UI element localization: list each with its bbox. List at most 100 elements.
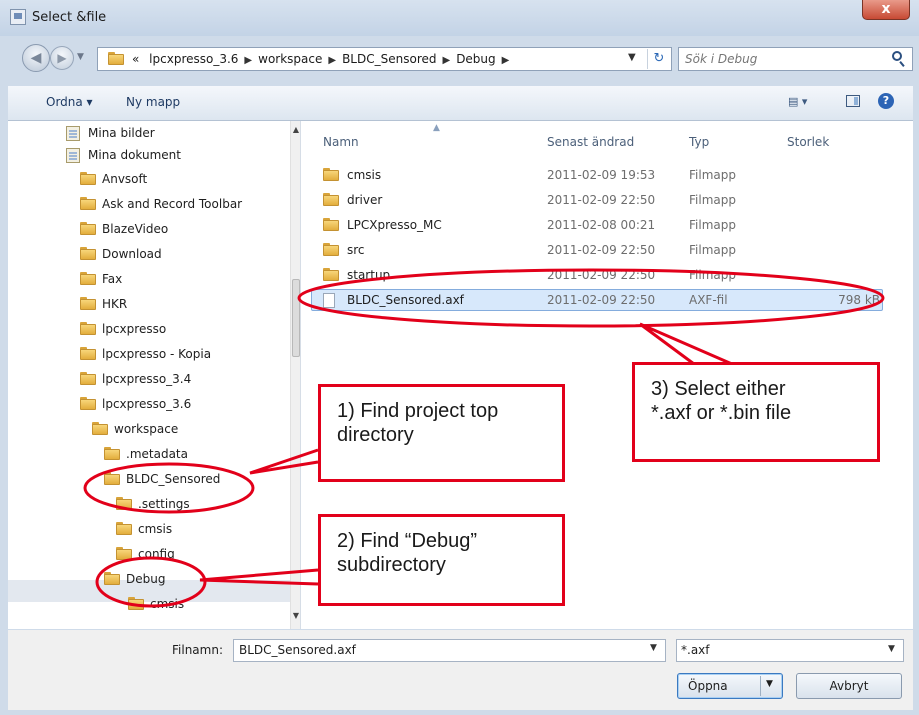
tree-item[interactable]: lpcxpresso_3.6	[80, 393, 191, 415]
chevron-down-icon[interactable]: ▼	[888, 644, 895, 654]
breadcrumb-prefix[interactable]: «	[132, 52, 139, 66]
recent-locations-dropdown[interactable]: ▼	[77, 52, 84, 62]
address-bar[interactable]: « lpcxpresso_3.6 ▶ workspace ▶ BLDC_Sensored…	[97, 47, 672, 71]
file-row[interactable]: BLDC_Sensored.axf 2011-02-09 22:50 AXF-fil…	[313, 289, 898, 311]
tree-item[interactable]: lpcxpresso_3.4	[80, 368, 191, 390]
breadcrumb-item[interactable]: lpcxpresso_3.6	[149, 52, 238, 66]
folder-icon	[108, 52, 124, 65]
tree-item[interactable]: workspace	[92, 418, 178, 440]
folder-icon	[80, 297, 96, 310]
chevron-right-icon[interactable]: ▶	[502, 55, 510, 66]
open-button-label: Öppna	[688, 679, 728, 693]
arrow-left-icon: ◀	[30, 50, 42, 66]
tree-item[interactable]: HKR	[80, 293, 127, 315]
folder-icon	[80, 347, 96, 360]
file-type-cell: Filmapp	[689, 193, 736, 207]
tree-item[interactable]: .metadata	[104, 443, 188, 465]
chevron-down-icon[interactable]: ▼	[628, 52, 636, 63]
annotation-callout-1: 1) Find project top directory	[318, 384, 565, 482]
organize-button[interactable]: Ordna ▾	[46, 95, 93, 109]
breadcrumb-item[interactable]: workspace	[258, 52, 322, 66]
folder-icon	[323, 218, 339, 231]
callout-line: 3) Select either	[651, 378, 786, 400]
tree-item[interactable]: Mina bilder	[66, 122, 155, 144]
breadcrumb-item[interactable]: BLDC_Sensored	[342, 52, 436, 66]
tree-item[interactable]: Fax	[80, 268, 122, 290]
search-icon[interactable]	[892, 51, 902, 61]
tree-item[interactable]: BlazeVideo	[80, 218, 168, 240]
file-name-cell: cmsis	[347, 168, 382, 182]
column-header-name[interactable]: Namn	[323, 135, 359, 149]
search-box[interactable]	[678, 47, 913, 71]
refresh-button[interactable]: ↻	[647, 49, 670, 69]
forward-button[interactable]: ▶	[50, 46, 74, 70]
cancel-button[interactable]: Avbryt	[796, 673, 902, 699]
tree-scrollbar[interactable]: ▲ ▼	[290, 121, 300, 629]
chevron-down-icon[interactable]: ▼	[766, 679, 773, 689]
scroll-thumb[interactable]	[292, 279, 300, 357]
tree-item-label: .settings	[138, 497, 190, 511]
tree-item-label: lpcxpresso	[102, 322, 167, 336]
callout-line: 2) Find “Debug”	[337, 530, 478, 552]
file-type-cell: AXF-fil	[689, 293, 728, 307]
callout-line: 1) Find project top	[337, 400, 499, 422]
breadcrumb-item[interactable]: Debug	[456, 52, 495, 66]
back-button[interactable]: ◀	[22, 44, 50, 72]
search-input[interactable]	[685, 52, 885, 66]
tree-item[interactable]: Download	[80, 243, 162, 265]
file-type-filter[interactable]: *.axf ▼	[676, 639, 904, 662]
column-header-size[interactable]: Storlek	[787, 135, 829, 149]
column-header-date[interactable]: Senast ändrad	[547, 135, 634, 149]
file-row[interactable]: driver 2011-02-09 22:50 Filmapp	[313, 189, 898, 211]
callout-line: directory	[337, 424, 414, 446]
preview-pane-icon[interactable]	[846, 95, 860, 107]
folder-icon	[104, 572, 120, 585]
help-icon[interactable]: ?	[878, 93, 894, 109]
filename-combobox[interactable]: ▼	[233, 639, 666, 662]
file-date-cell: 2011-02-09 22:50	[547, 268, 656, 282]
open-button[interactable]: Öppna ▼	[677, 673, 783, 699]
close-button[interactable]: x	[862, 0, 910, 20]
tree-item[interactable]: Anvsoft	[80, 168, 147, 190]
chevron-right-icon[interactable]: ▶	[442, 55, 450, 66]
folder-icon	[80, 197, 96, 210]
tree-item-label: Debug	[126, 572, 166, 586]
tree-item-label: cmsis	[150, 597, 185, 611]
new-folder-button[interactable]: Ny mapp	[126, 95, 180, 109]
chevron-right-icon[interactable]: ▶	[244, 55, 252, 66]
tree-item[interactable]: cmsis	[128, 593, 184, 615]
tree-item[interactable]: lpcxpresso	[80, 318, 166, 340]
tree-item-label: cmsis	[138, 522, 173, 536]
tree-item[interactable]: BLDC_Sensored	[104, 468, 220, 490]
file-row[interactable]: startup 2011-02-09 22:50 Filmapp	[313, 264, 898, 286]
window-title: Select &file	[32, 10, 107, 25]
view-options-button[interactable]: ▤ ▾	[788, 95, 807, 108]
tree-item-label: BLDC_Sensored	[126, 472, 221, 486]
file-type-cell: Filmapp	[689, 218, 736, 232]
tree-item[interactable]: Ask and Record Toolbar	[80, 193, 242, 215]
column-header-type[interactable]: Typ	[689, 135, 709, 149]
folder-icon	[80, 372, 96, 385]
callout-line: *.axf or *.bin file	[651, 402, 792, 424]
tree-item-label: Mina bilder	[88, 126, 155, 140]
tree-item[interactable]: .settings	[116, 493, 190, 515]
tree-item-label: Mina dokument	[88, 148, 181, 162]
refresh-icon: ↻	[653, 51, 665, 66]
annotation-callout-2: 2) Find “Debug” subdirectory	[318, 514, 565, 606]
file-row[interactable]: src 2011-02-09 22:50 Filmapp	[313, 239, 898, 261]
tree-item[interactable]: Debug	[104, 568, 165, 590]
library-icon	[66, 148, 80, 163]
tree-item[interactable]: config	[116, 543, 175, 565]
filename-input[interactable]	[239, 643, 639, 657]
chevron-right-icon[interactable]: ▶	[328, 55, 336, 66]
tree-item[interactable]: cmsis	[116, 518, 172, 540]
scroll-down-icon[interactable]: ▼	[291, 611, 300, 620]
tree-item-label: BlazeVideo	[102, 222, 169, 236]
tree-item[interactable]: lpcxpresso - Kopia	[80, 343, 211, 365]
scroll-up-icon[interactable]: ▲	[291, 125, 300, 134]
folder-icon	[323, 193, 339, 206]
tree-item[interactable]: Mina dokument	[66, 144, 181, 166]
file-row[interactable]: cmsis 2011-02-09 19:53 Filmapp	[313, 164, 898, 186]
chevron-down-icon[interactable]: ▼	[650, 643, 657, 653]
file-row[interactable]: LPCXpresso_MC 2011-02-08 00:21 Filmapp	[313, 214, 898, 236]
